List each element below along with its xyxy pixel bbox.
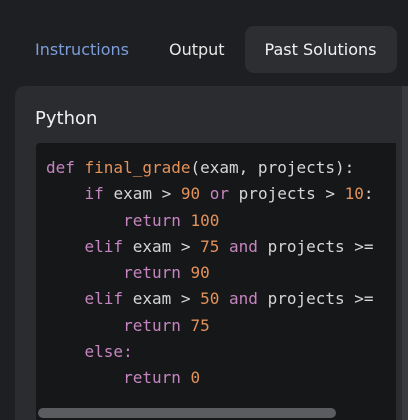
tab-past-solutions[interactable]: Past Solutions [244,26,397,73]
tab-output[interactable]: Output [149,26,245,73]
code-token: 90 [180,184,201,204]
code-line: elif exam > 75 and projects >= [46,234,374,260]
code-token: projects >= [267,289,374,309]
code-token: final_grade [84,158,191,177]
code-token: 10 [344,184,364,204]
code-line: return 0 [46,365,374,391]
code-token: elif [46,236,133,256]
code-token: and [219,289,268,309]
code-token: 0 [190,368,201,388]
code-token: exam > [132,289,201,309]
code-line: else: [46,339,374,365]
language-title: Python [35,108,98,129]
code-token: 100 [190,210,220,230]
code-token: elif [46,289,133,309]
tab-bar: Instructions Output Past Solutions [16,26,397,73]
code-token: or [200,184,239,204]
code-line: return 100 [46,208,374,234]
code-token: : [363,184,374,204]
code-token: exam > [132,236,201,256]
code-token: if [46,184,114,204]
code-token: projects > [238,184,345,204]
code-token: 75 [200,236,220,256]
code-line: if exam > 90 or projects > 10: [46,181,374,207]
code-token: 50 [200,289,220,309]
horizontal-scrollbar[interactable] [38,408,336,418]
code-line: return 75 [46,313,374,339]
vertical-scrollbar[interactable] [402,86,408,420]
tab-instructions[interactable]: Instructions [16,26,149,73]
code-line: def final_grade(exam, projects): [46,155,374,181]
code-token: return [46,315,191,335]
code-token: else: [46,342,133,362]
code-line: return 90 [46,260,374,286]
code-token: 75 [190,315,210,335]
code-token: and [219,236,268,256]
code-token: projects >= [267,236,374,256]
code-token: return [46,263,191,283]
code-token: return [46,368,191,388]
code-token: def [46,158,85,177]
code-token: 90 [190,263,210,283]
code-block[interactable]: def final_grade(exam, projects): if exam… [36,143,396,420]
past-solutions-panel: Python def final_grade(exam, projects): … [15,86,408,420]
code-line: elif exam > 50 and projects >= [46,286,374,312]
code-text: def final_grade(exam, projects): if exam… [46,155,374,392]
code-token: (exam, projects): [190,158,355,177]
code-token: exam > [113,184,181,204]
code-token: return [46,210,191,230]
